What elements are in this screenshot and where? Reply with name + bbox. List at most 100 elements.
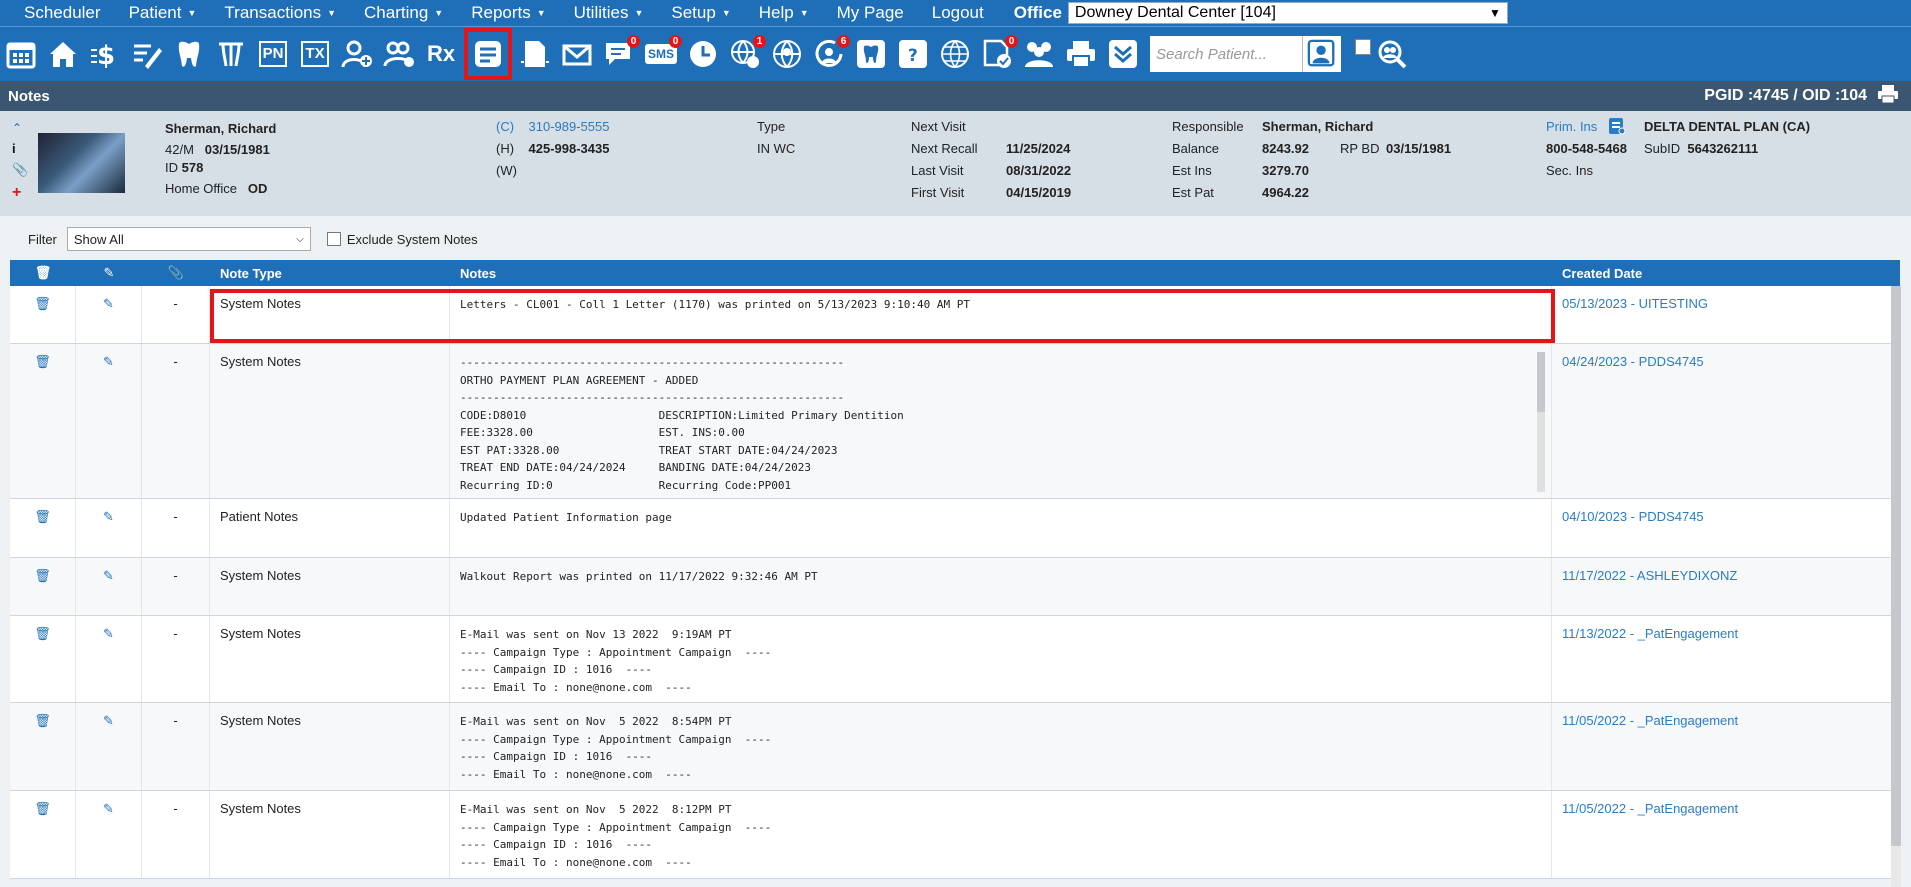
menu-help[interactable]: Help ▼ [745, 3, 823, 23]
menu-label: Logout [931, 3, 984, 22]
expand-down-icon[interactable] [1104, 35, 1142, 73]
table-row[interactable]: 🗑 ✎ - System Notes Walkout Report was printe… [10, 558, 1900, 616]
tooth-icon[interactable] [170, 35, 208, 73]
collapse-icon[interactable]: ⌃ [12, 121, 28, 135]
add-red-icon[interactable]: + [12, 184, 28, 202]
add-family-icon[interactable] [380, 35, 418, 73]
prim-ins-label[interactable]: Prim. Ins [1546, 119, 1597, 134]
edit-icon[interactable]: ✎ [76, 791, 142, 878]
document-icon[interactable] [516, 35, 554, 73]
edit-icon[interactable]: ✎ [76, 499, 142, 557]
menu-my-page[interactable]: My Page [823, 3, 918, 23]
menu-logout[interactable]: Logout [918, 3, 998, 23]
print-icon[interactable] [1877, 84, 1899, 109]
svg-text:$: $ [97, 41, 115, 70]
created-date-link[interactable]: 11/05/2022 - _PatEngagement [1552, 703, 1900, 790]
group-icon[interactable] [1020, 35, 1058, 73]
insurance-card-icon[interactable] [1608, 117, 1626, 138]
phone-cell[interactable]: (C) 310-989-5555 [496, 119, 609, 134]
notification-badge: 0 [627, 35, 640, 48]
caret-down-icon: ▼ [434, 8, 444, 18]
rx-icon[interactable]: Rx [422, 35, 460, 73]
scrollbar-thumb[interactable] [1537, 352, 1545, 412]
icon-toolbar: $ PN TX Rx 0 SMS 0 1 6? 0 Search Patient... [0, 26, 1911, 81]
notes-text: E-Mail was sent on Nov 13 2022 9:19AM PT… [460, 628, 772, 694]
notes-icon[interactable] [464, 28, 512, 80]
edit-icon[interactable]: ✎ [76, 558, 142, 615]
top-menu-bar: Scheduler Patient ▼ Transactions ▼ Charting ▼ R… [0, 0, 1911, 26]
calendar-icon[interactable] [2, 35, 40, 73]
search-patient-icon[interactable] [1302, 36, 1341, 72]
header-created-date[interactable]: Created Date [1552, 266, 1900, 281]
web-icon[interactable] [936, 35, 974, 73]
menu-setup[interactable]: Setup ▼ [657, 3, 744, 23]
delete-icon[interactable]: 🗑 [10, 499, 76, 557]
created-date-link[interactable]: 05/13/2023 - UITESTING [1552, 286, 1900, 343]
menu-scheduler[interactable]: Scheduler [0, 3, 115, 23]
header-notes[interactable]: Notes [450, 266, 1552, 281]
printer-icon[interactable] [1062, 35, 1100, 73]
pn-icon[interactable]: PN [254, 35, 292, 73]
toolbar-checkbox[interactable] [1355, 39, 1371, 55]
menu-reports[interactable]: Reports ▼ [457, 3, 559, 23]
globe-person-icon[interactable]: 1 [726, 35, 766, 73]
tooth-outline-icon[interactable] [852, 35, 890, 73]
tooth-chart-icon[interactable] [212, 35, 250, 73]
menu-transactions[interactable]: Transactions ▼ [210, 3, 350, 23]
search-patient-input[interactable]: Search Patient... [1150, 36, 1302, 72]
office-select[interactable]: Downey Dental Center [104] ▼ [1067, 2, 1508, 24]
info-icon[interactable]: i [12, 141, 28, 156]
created-date-link[interactable]: 04/10/2023 - PDDS4745 [1552, 499, 1900, 557]
menu-label: Utilities [573, 3, 629, 22]
table-row[interactable]: 🗑 ✎ - System Notes -------------------------… [10, 344, 1900, 499]
chat-icon[interactable]: 0 [600, 35, 640, 73]
responsible-label: Responsible [1172, 119, 1244, 134]
edit-icon[interactable]: ✎ [76, 344, 142, 498]
vertical-scrollbar[interactable] [1891, 286, 1901, 887]
table-row[interactable]: 🗑 ✎ - System Notes E-Mail was sent on Nov 5 … [10, 791, 1900, 879]
sms-icon[interactable]: SMS 0 [642, 35, 682, 73]
created-date-link[interactable]: 11/05/2022 - _PatEngagement [1552, 791, 1900, 878]
notes-scrollbar[interactable] [1537, 352, 1545, 492]
refresh-user-icon[interactable]: 6 [810, 35, 850, 73]
tooth-question-icon[interactable]: ? [894, 35, 932, 73]
doc-check-icon[interactable]: 0 [978, 35, 1018, 73]
group-search-icon[interactable] [1373, 35, 1411, 73]
menu-utilities[interactable]: Utilities ▼ [560, 3, 658, 23]
globe-user-icon[interactable] [768, 35, 806, 73]
edit-icon[interactable]: ✎ [76, 703, 142, 790]
delete-icon[interactable]: 🗑 [10, 286, 76, 343]
menu-patient[interactable]: Patient ▼ [115, 3, 211, 23]
filter-select[interactable]: Show All ⌵ [66, 227, 311, 251]
edit-icon[interactable]: ✎ [76, 616, 142, 702]
delete-icon[interactable]: 🗑 [10, 791, 76, 878]
menu-charting[interactable]: Charting ▼ [350, 3, 457, 23]
clock-icon[interactable] [684, 35, 722, 73]
tx-icon[interactable]: TX [296, 35, 334, 73]
table-row[interactable]: 🗑 ✎ - Patient Notes Updated Patient Informat… [10, 499, 1900, 558]
created-date-link[interactable]: 11/13/2022 - _PatEngagement [1552, 616, 1900, 702]
add-patient-icon[interactable] [338, 35, 376, 73]
header-note-type[interactable]: Note Type [210, 266, 450, 281]
edit-list-icon[interactable] [128, 35, 166, 73]
delete-icon[interactable]: 🗑 [10, 558, 76, 615]
table-row[interactable]: 🗑 ✎ - System Notes E-Mail was sent on Nov 13… [10, 616, 1900, 703]
delete-icon[interactable]: 🗑 [10, 703, 76, 790]
created-date-link[interactable]: 11/17/2022 - ASHLEYDIXONZ [1552, 558, 1900, 615]
exclude-system-notes-checkbox[interactable] [326, 232, 341, 246]
caret-down-icon: ▼ [536, 8, 546, 18]
mail-icon[interactable] [558, 35, 596, 73]
edit-icon[interactable]: ✎ [76, 286, 142, 343]
delete-icon[interactable]: 🗑 [10, 616, 76, 702]
dob: 03/15/1981 [204, 142, 270, 157]
delete-icon[interactable]: 🗑 [10, 344, 76, 498]
paperclip-icon[interactable]: 📎 [12, 162, 28, 178]
home-icon[interactable] [44, 35, 82, 73]
scrollbar-thumb[interactable] [1891, 286, 1901, 846]
dollar-icon[interactable]: $ [86, 35, 124, 73]
phone-h-value: 425-998-3435 [528, 141, 610, 156]
created-date-link[interactable]: 04/24/2023 - PDDS4745 [1552, 344, 1900, 498]
table-row[interactable]: 🗑 ✎ - System Notes E-Mail was sent on Nov 5 … [10, 703, 1900, 791]
table-row[interactable]: 🗑 ✎ - System Notes Letters - CL001 - Coll 1 … [10, 286, 1900, 344]
notes-text: ----------------------------------------… [460, 356, 904, 492]
